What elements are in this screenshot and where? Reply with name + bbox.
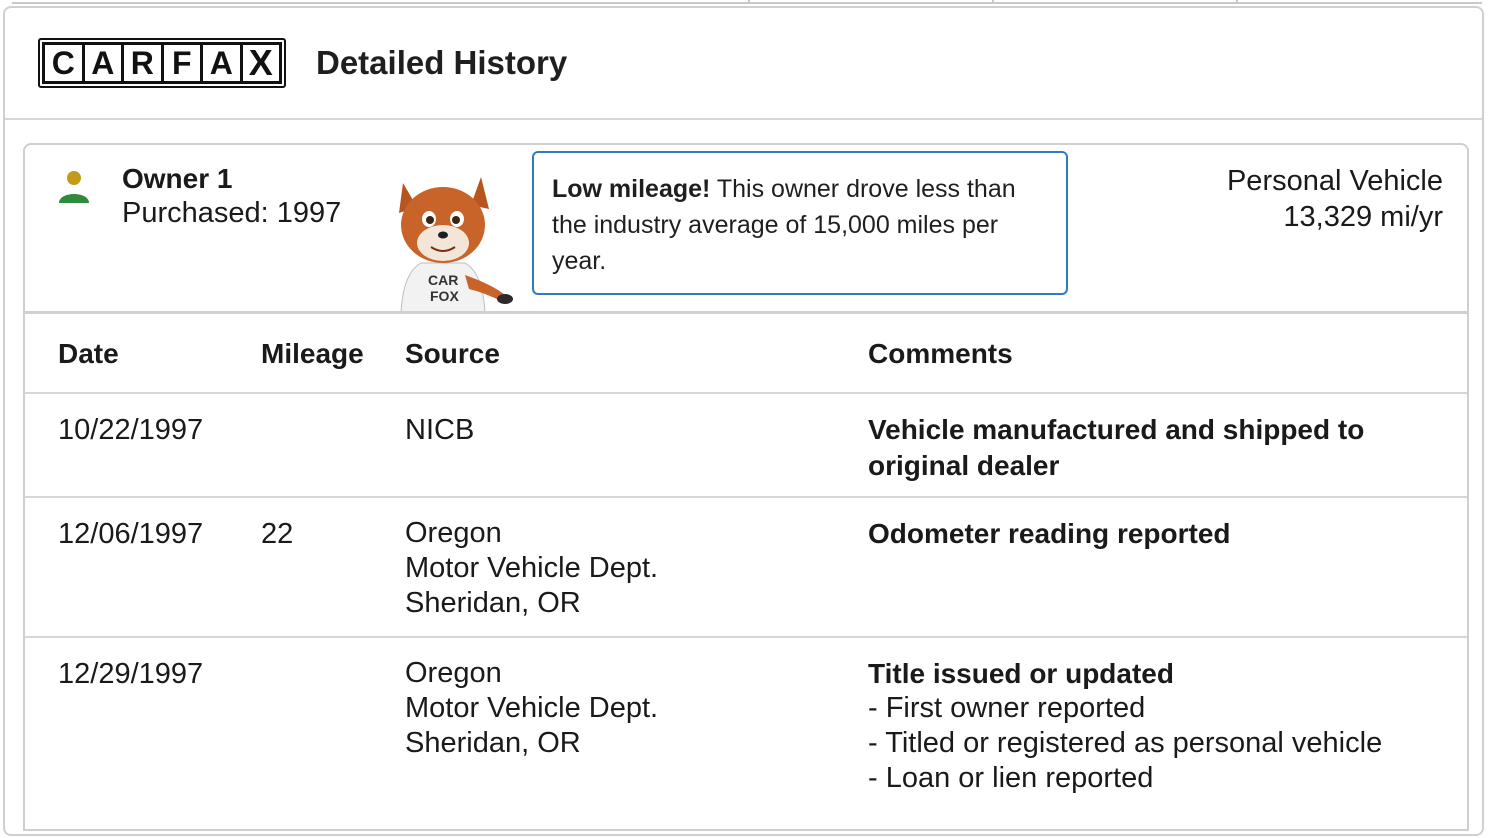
column-divider bbox=[1236, 0, 1238, 4]
table-row: 12/06/1997 22 Oregon Motor Vehicle Dept.… bbox=[25, 498, 1467, 638]
owner-purchased-year: Purchased: 1997 bbox=[122, 197, 342, 229]
row-date: 12/29/1997 bbox=[58, 658, 204, 690]
comment-item: - Loan or lien reported bbox=[868, 762, 1154, 794]
row-source: Oregon Motor Vehicle Dept. Sheridan, OR bbox=[405, 516, 658, 621]
logo-letter: A bbox=[84, 45, 121, 81]
source-line: Sheridan, OR bbox=[405, 587, 581, 619]
source-line: Motor Vehicle Dept. bbox=[405, 692, 659, 724]
column-divider bbox=[992, 0, 994, 4]
history-table: Date Mileage Source Comments 10/22/1997 … bbox=[23, 311, 1469, 831]
column-header-comments: Comments bbox=[868, 338, 1013, 369]
logo-letter: F bbox=[163, 45, 200, 81]
logo-letter: A bbox=[203, 45, 240, 81]
comment-item: - Titled or registered as personal vehic… bbox=[868, 727, 1383, 759]
logo-letter: C bbox=[45, 45, 82, 81]
mascot-shirt-text-bottom: FOX bbox=[430, 288, 459, 304]
row-comments: Title issued or updated - First owner re… bbox=[868, 656, 1458, 796]
person-icon bbox=[59, 171, 89, 203]
car-fox-mascot-icon: CAR FOX bbox=[399, 177, 513, 313]
comment-item: - First owner reported bbox=[868, 692, 1146, 724]
row-source: Oregon Motor Vehicle Dept. Sheridan, OR bbox=[405, 656, 658, 761]
mascot-shirt-text-top: CAR bbox=[428, 272, 458, 288]
row-comment-title: Odometer reading reported bbox=[868, 518, 1231, 549]
source-line: NICB bbox=[405, 414, 475, 446]
source-line: Sheridan, OR bbox=[405, 727, 581, 759]
detailed-history-card: C A R F A X Detailed History Owner 1 Pur… bbox=[3, 6, 1484, 836]
column-header-date: Date bbox=[58, 338, 119, 369]
column-header-source: Source bbox=[405, 338, 500, 369]
logo-letter: X bbox=[242, 45, 279, 81]
low-mileage-callout: Low mileage! This owner drove less than … bbox=[532, 151, 1068, 295]
logo-letter: R bbox=[124, 45, 161, 81]
column-divider bbox=[748, 0, 750, 4]
table-header-row: Date Mileage Source Comments bbox=[25, 314, 1467, 394]
source-line: Oregon bbox=[405, 657, 502, 689]
row-source: NICB bbox=[405, 412, 474, 448]
table-row: 12/29/1997 Oregon Motor Vehicle Dept. Sh… bbox=[25, 638, 1467, 838]
source-line: Oregon bbox=[405, 517, 502, 549]
row-date: 10/22/1997 bbox=[58, 414, 204, 446]
carfax-logo-letters: C A R F A X bbox=[42, 42, 282, 84]
page-title: Detailed History bbox=[316, 44, 568, 81]
callout-highlight: Low mileage! bbox=[552, 175, 711, 203]
owner-name: Owner 1 bbox=[122, 163, 233, 194]
vehicle-type: Personal Vehicle bbox=[1226, 165, 1443, 197]
row-comment-title: Title issued or updated bbox=[868, 658, 1174, 689]
owner-panel: Owner 1 Purchased: 1997 CAR FOX Low mile… bbox=[23, 143, 1469, 323]
row-mileage: 22 bbox=[261, 518, 294, 550]
carfax-logo: C A R F A X bbox=[38, 38, 286, 88]
table-row: 10/22/1997 NICB Vehicle manufactured and… bbox=[25, 394, 1467, 498]
vehicle-usage-summary: Personal Vehicle 13,329 mi/yr bbox=[1227, 163, 1443, 235]
card-header: C A R F A X Detailed History bbox=[5, 8, 1482, 120]
mileage-per-year: 13,329 mi/yr bbox=[1283, 201, 1443, 233]
previous-card-border bbox=[12, 0, 1482, 4]
row-date: 12/06/1997 bbox=[58, 518, 204, 550]
source-line: Motor Vehicle Dept. bbox=[405, 552, 659, 584]
row-comment-title: Vehicle manufactured and shipped to orig… bbox=[868, 414, 1365, 481]
column-header-mileage: Mileage bbox=[261, 338, 364, 369]
